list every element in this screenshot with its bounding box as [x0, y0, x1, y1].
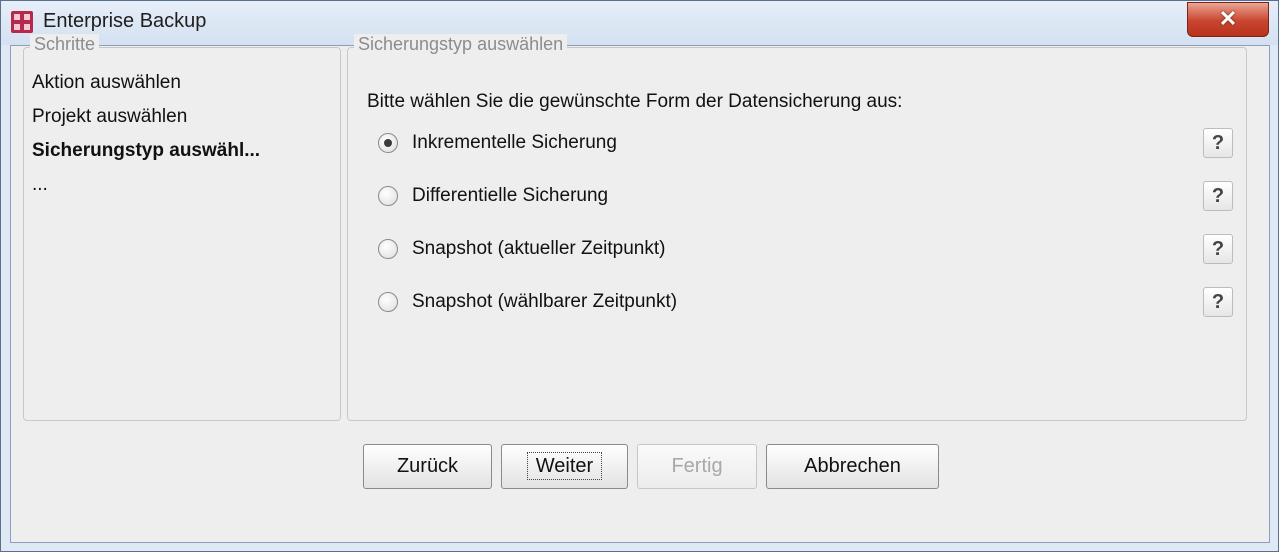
- finish-button-label: Fertig: [671, 455, 723, 477]
- help-icon[interactable]: ?: [1203, 128, 1233, 158]
- option-label[interactable]: Differentielle Sicherung: [412, 185, 608, 207]
- title-bar: Enterprise Backup ✕: [1, 1, 1278, 45]
- option-label[interactable]: Snapshot (aktueller Zeitpunkt): [412, 238, 665, 260]
- option-label[interactable]: Inkrementelle Sicherung: [412, 132, 617, 154]
- step-item-sicherungstyp: Sicherungstyp auswähl...: [32, 140, 261, 161]
- help-icon[interactable]: ?: [1203, 181, 1233, 211]
- help-icon[interactable]: ?: [1203, 287, 1233, 317]
- radio-inkrementelle[interactable]: [378, 133, 398, 153]
- backup-dialog: Enterprise Backup ✕ Schritte Aktion ausw…: [0, 0, 1279, 552]
- step-item-more: ...: [32, 174, 48, 195]
- help-icon[interactable]: ?: [1203, 234, 1233, 264]
- back-button[interactable]: Zurück: [363, 444, 492, 489]
- next-button-label: Weiter: [526, 452, 603, 480]
- enterprise-backup-icon: [11, 11, 33, 33]
- window-title: Enterprise Backup: [43, 10, 207, 32]
- step-item-aktion: Aktion auswählen: [32, 72, 181, 93]
- back-button-label: Zurück: [396, 455, 459, 477]
- option-label[interactable]: Snapshot (wählbarer Zeitpunkt): [412, 291, 677, 313]
- finish-button: Fertig: [637, 444, 757, 489]
- step-item-projekt: Projekt auswählen: [32, 106, 188, 127]
- backup-type-panel: Sicherungstyp auswählen Bitte wählen Sie…: [347, 34, 1247, 421]
- cancel-button-label: Abbrechen: [804, 455, 901, 477]
- close-icon: ✕: [1218, 6, 1238, 31]
- radio-snapshot-aktuell[interactable]: [378, 239, 398, 259]
- backup-type-prompt: Bitte wählen Sie die gewünschte Form der…: [367, 91, 903, 112]
- backup-type-legend: Sicherungstyp auswählen: [354, 34, 568, 55]
- next-button[interactable]: Weiter: [501, 444, 628, 489]
- radio-differentielle[interactable]: [378, 186, 398, 206]
- radio-snapshot-waehlbar[interactable]: [378, 292, 398, 312]
- steps-panel: Schritte Aktion auswählen Projekt auswäh…: [23, 34, 341, 421]
- steps-legend: Schritte: [30, 34, 100, 55]
- cancel-button[interactable]: Abbrechen: [766, 444, 939, 489]
- close-button[interactable]: ✕: [1187, 2, 1269, 37]
